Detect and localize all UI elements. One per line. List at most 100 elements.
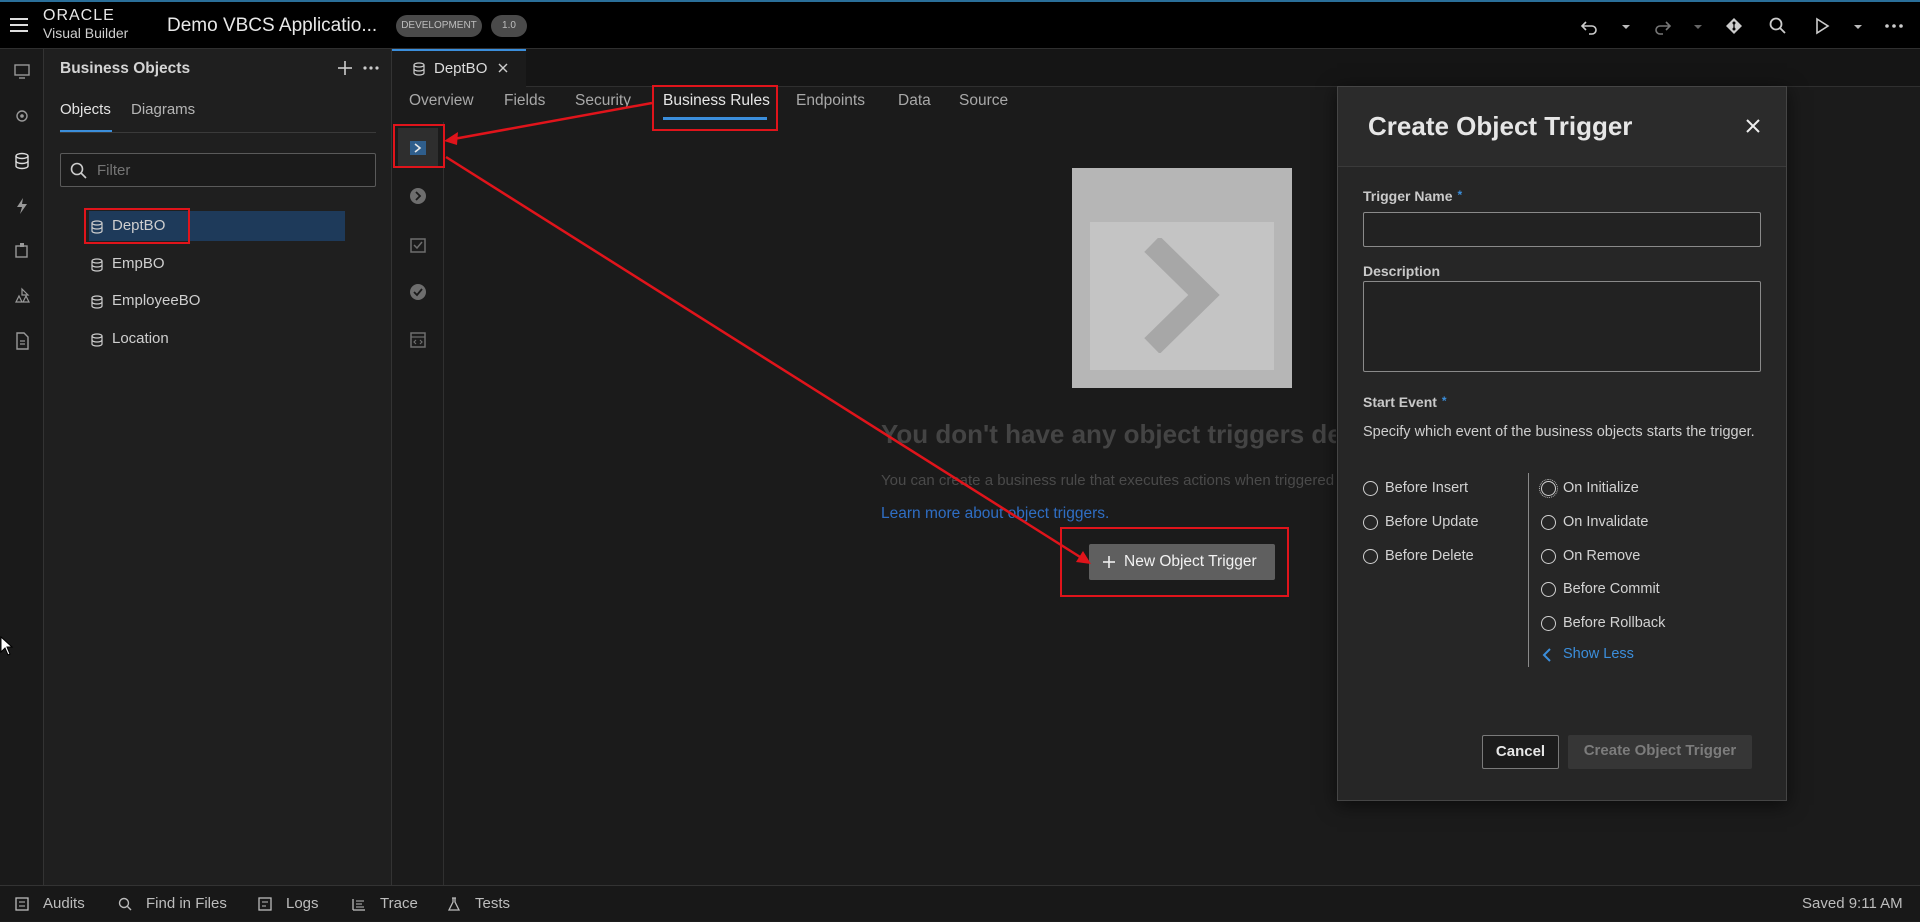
panel-title: Business Objects	[60, 60, 191, 77]
tree-item-label: EmpBO	[112, 255, 165, 272]
tab-source[interactable]: Source	[959, 92, 1008, 110]
database-icon	[91, 220, 103, 234]
business-objects-panel: Business Objects Objects Diagrams DeptBO…	[44, 49, 392, 885]
app-title[interactable]: Demo VBCS Applicatio...	[167, 15, 377, 37]
database-icon	[91, 295, 103, 309]
tab-data[interactable]: Data	[898, 92, 931, 110]
file-tab-deptbo[interactable]: DeptBO	[392, 49, 526, 87]
tabs-divider	[60, 132, 376, 133]
tab-overview[interactable]: Overview	[409, 92, 474, 110]
tab-business-rules[interactable]: Business Rules	[663, 92, 770, 110]
trace-icon	[352, 899, 365, 911]
source-icon[interactable]	[12, 331, 32, 351]
empty-state-title: You don't have any object triggers de	[881, 419, 1336, 449]
run-icon[interactable]	[1812, 16, 1832, 36]
tab-diagrams[interactable]: Diagrams	[131, 101, 195, 118]
git-icon[interactable]	[1724, 16, 1744, 36]
database-icon	[413, 62, 425, 76]
empty-state-illustration	[1072, 168, 1292, 388]
object-validators-icon[interactable]	[408, 235, 428, 255]
tree-item-location[interactable]: Location	[44, 324, 340, 354]
tree-item-employeebo[interactable]: EmployeeBO	[44, 286, 340, 316]
tab-fields[interactable]: Fields	[504, 92, 545, 110]
oracle-logo: ORACLE Visual Builder	[43, 7, 153, 43]
filter-search-icon	[69, 161, 89, 181]
redo-dropdown-icon[interactable]	[1688, 16, 1708, 36]
top-bar: ORACLE Visual Builder Demo VBCS Applicat…	[0, 0, 1920, 49]
tab-objects[interactable]: Objects	[60, 101, 111, 118]
description-textarea[interactable]	[1363, 281, 1761, 372]
create-object-trigger-dialog: Create Object Trigger Trigger Name * Desc…	[1337, 86, 1787, 801]
object-triggers-icon	[410, 141, 426, 155]
logs-icon	[258, 897, 272, 911]
radio-circle-icon	[1363, 515, 1378, 530]
brand-bottom: Visual Builder	[43, 25, 129, 41]
new-object-trigger-button[interactable]: New Object Trigger	[1089, 544, 1275, 580]
tab-business-rules-underline	[663, 117, 767, 120]
filter-input[interactable]	[95, 158, 365, 182]
cancel-button[interactable]: Cancel	[1482, 735, 1559, 769]
web-apps-icon[interactable]	[12, 61, 32, 81]
database-icon	[91, 333, 103, 347]
undo-icon[interactable]	[1580, 16, 1600, 36]
chevron-left-icon	[1542, 648, 1551, 662]
object-triggers-button[interactable]	[398, 128, 438, 168]
panel-more-icon[interactable]	[362, 59, 380, 77]
radio-circle-icon	[1541, 549, 1556, 564]
learn-more-link[interactable]: Learn more about object triggers.	[881, 505, 1109, 523]
activity-bar	[0, 49, 44, 885]
tree-item-deptbo[interactable]: DeptBO	[44, 211, 340, 241]
filter-field[interactable]	[60, 153, 376, 187]
env-badge: DEVELOPMENT	[396, 15, 482, 37]
menu-icon[interactable]	[10, 17, 30, 33]
start-event-help: Specify which event of the business obje…	[1363, 424, 1755, 440]
undo-dropdown-icon[interactable]	[1616, 16, 1636, 36]
required-icon: *	[1441, 394, 1447, 408]
dialog-title: Create Object Trigger	[1368, 111, 1633, 141]
bottom-bar: Audits Find in Files Logs Trace Tests Sa…	[0, 885, 1920, 921]
radio-circle-icon	[1539, 479, 1558, 498]
trigger-name-label: Trigger Name *	[1363, 188, 1463, 204]
version-badge: 1.0	[491, 15, 527, 37]
radio-circle-icon	[1541, 582, 1556, 597]
radio-circle-icon	[1363, 481, 1378, 496]
search-icon[interactable]	[1768, 16, 1788, 36]
description-label: Description	[1363, 263, 1441, 279]
tab-endpoints[interactable]: Endpoints	[796, 92, 865, 110]
object-functions-icon[interactable]	[408, 330, 428, 350]
tab-security[interactable]: Security	[575, 92, 631, 110]
dialog-close-icon[interactable]	[1744, 117, 1762, 135]
close-tab-icon[interactable]	[496, 61, 510, 75]
saved-status: Saved 9:11 AM	[1802, 895, 1903, 912]
tree-item-label: EmployeeBO	[112, 292, 201, 309]
create-object-trigger-button[interactable]: Create Object Trigger	[1568, 735, 1752, 769]
radio-circle-icon	[1541, 515, 1556, 530]
tests-icon	[447, 897, 461, 911]
radio-circle-icon	[1363, 549, 1378, 564]
add-icon[interactable]	[336, 59, 354, 77]
components-icon[interactable]	[12, 241, 32, 261]
mouse-cursor-icon	[0, 636, 14, 656]
field-validators-icon[interactable]	[408, 282, 428, 302]
empty-state-description: You can create a business rule that exec…	[881, 472, 1335, 489]
file-tab-label: DeptBO	[434, 60, 488, 77]
cancel-label: Cancel	[1495, 743, 1546, 760]
tree-item-empbo[interactable]: EmpBO	[44, 249, 340, 279]
trigger-name-input[interactable]	[1363, 212, 1761, 247]
more-icon[interactable]	[1884, 16, 1904, 36]
new-object-trigger-label: New Object Trigger	[1124, 553, 1257, 570]
run-dropdown-icon[interactable]	[1848, 16, 1868, 36]
brand-top: ORACLE	[43, 7, 115, 24]
business-objects-icon[interactable]	[12, 151, 32, 171]
search-icon	[118, 897, 132, 911]
events-icon[interactable]	[12, 196, 32, 216]
services-icon[interactable]	[12, 106, 32, 126]
tree-item-label: DeptBO	[112, 217, 166, 234]
file-tab-strip	[526, 49, 1920, 87]
chevron-right-icon	[1144, 238, 1220, 353]
layouts-icon[interactable]	[12, 286, 32, 306]
start-event-label: Start Event *	[1363, 394, 1447, 410]
field-triggers-icon[interactable]	[408, 186, 428, 206]
redo-icon[interactable]	[1652, 16, 1672, 36]
radio-circle-icon	[1541, 616, 1556, 631]
